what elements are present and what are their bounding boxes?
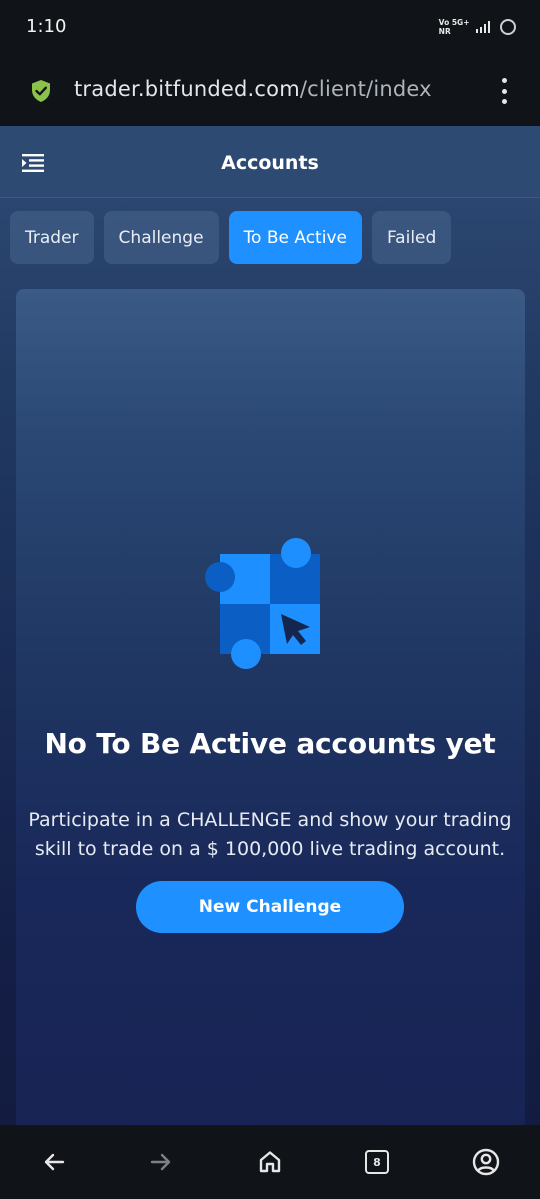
network-type: Vo 5G+ (438, 18, 470, 27)
status-bar: 1:10 Vo 5G+ NR (0, 0, 540, 56)
tab-failed[interactable]: Failed (371, 211, 452, 264)
account-button[interactable] (456, 1125, 516, 1199)
network-label: Vo 5G+ NR (439, 18, 470, 36)
browser-url-bar: trader.bitfunded.com/client/index (0, 56, 540, 126)
empty-state-description: Participate in a CHALLENGE and show your… (28, 809, 512, 860)
url-field[interactable]: trader.bitfunded.com/client/index (74, 77, 432, 101)
browser-menu-icon[interactable] (500, 78, 508, 104)
tabs-button[interactable]: 8 (347, 1125, 407, 1199)
url-host: trader.bitfunded.com (74, 77, 300, 101)
new-challenge-button[interactable]: New Challenge (136, 881, 404, 933)
empty-accounts-illustration-icon (205, 538, 320, 669)
secure-shield-icon (32, 80, 50, 102)
tab-count-icon: 8 (365, 1150, 389, 1174)
home-icon (259, 1151, 281, 1173)
status-time: 1:10 (26, 16, 67, 37)
home-button[interactable] (240, 1125, 300, 1199)
empty-state-title: No To Be Active accounts yet (44, 727, 496, 760)
page-title: Accounts (221, 152, 319, 174)
browser-nav-bar: 8 (0, 1125, 540, 1199)
forward-arrow-icon (150, 1153, 171, 1171)
tab-to-be-active[interactable]: To Be Active (228, 211, 362, 264)
forward-button[interactable] (131, 1125, 191, 1199)
url-path: /client/index (299, 77, 432, 101)
loading-ring-icon (500, 19, 516, 35)
tab-challenge[interactable]: Challenge (103, 211, 219, 264)
signal-icon (475, 21, 490, 33)
account-tabs: Trader Challenge To Be Active Failed (10, 211, 452, 264)
network-sub: NR (438, 27, 451, 36)
back-button[interactable] (24, 1125, 84, 1199)
empty-state-card (16, 289, 525, 1139)
account-icon (472, 1148, 500, 1176)
status-indicators: Vo 5G+ NR (439, 18, 516, 36)
app-header: Accounts (0, 126, 540, 198)
tab-trader[interactable]: Trader (10, 211, 94, 264)
back-arrow-icon (44, 1153, 65, 1171)
